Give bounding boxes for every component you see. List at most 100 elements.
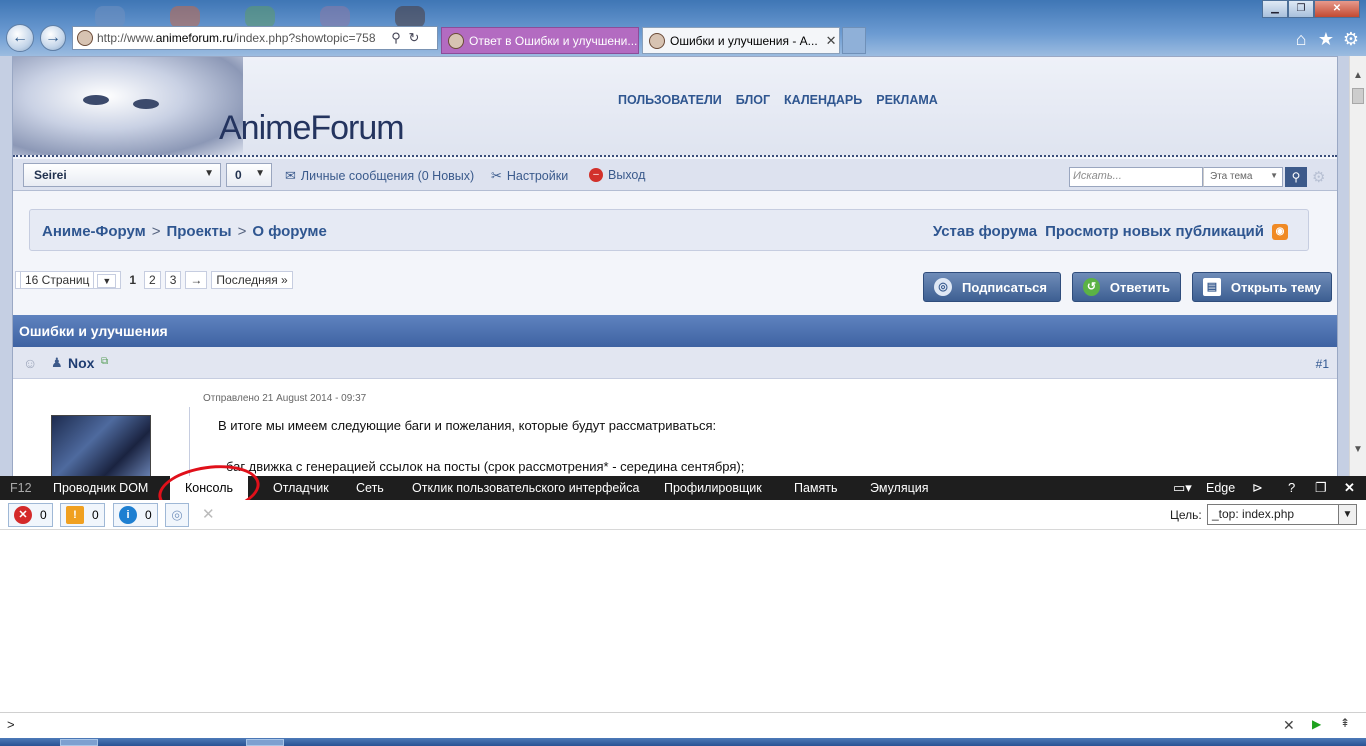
page-next[interactable]: →: [185, 271, 208, 289]
warnings-filter[interactable]: ! 0: [60, 503, 105, 527]
messages-label: Личные сообщения (0 Новых): [300, 169, 475, 183]
tab-close-icon[interactable]: ✕: [826, 33, 837, 49]
window-close-button[interactable]: ✕: [1314, 0, 1360, 18]
breadcrumb-item[interactable]: Проекты: [166, 223, 231, 240]
breadcrumb: Аниме-Форум > Проекты > О форуме: [42, 223, 327, 240]
chevron-down-icon: ▼: [1270, 171, 1278, 180]
emulation-mode-icon[interactable]: ▭▾: [1173, 476, 1192, 500]
breadcrumb-item[interactable]: О форуме: [252, 223, 326, 240]
post-author[interactable]: Nox: [68, 355, 94, 371]
window-maximize-button[interactable]: ❐: [1288, 0, 1314, 18]
subscribe-button[interactable]: ◎ Подписаться: [923, 272, 1061, 302]
site-favicon: [77, 30, 93, 46]
console-input[interactable]: > ✕ ▶ ⇞: [0, 712, 1366, 738]
console-toggle-icon[interactable]: ⊳: [1252, 476, 1263, 500]
tab-profiler[interactable]: Профилировщик: [664, 476, 762, 500]
document-mode-value[interactable]: Edge: [1206, 476, 1235, 500]
favorites-star-icon[interactable]: ★: [1315, 28, 1337, 50]
search-icon[interactable]: ⚲: [387, 30, 405, 46]
new-topic-label: Открыть тему: [1230, 279, 1321, 295]
run-icon[interactable]: ▶: [1312, 717, 1321, 731]
search-settings-icon[interactable]: ⚙: [1312, 168, 1325, 186]
tab-dom-explorer[interactable]: Проводник DOM: [53, 476, 148, 500]
back-button[interactable]: ←: [6, 24, 34, 52]
top-navigation: ПОЛЬЗОВАТЕЛИ БЛОГ КАЛЕНДАРЬ РЕКЛАМА: [618, 93, 938, 107]
page-last[interactable]: Последняя »: [211, 271, 293, 289]
chevron-down-icon: ▼: [204, 168, 214, 179]
help-icon[interactable]: ?: [1288, 476, 1295, 500]
pages-label: 16 Страниц: [20, 271, 95, 289]
page-scrollbar[interactable]: ▲ ▼: [1349, 56, 1366, 476]
close-icon[interactable]: ✕: [1344, 476, 1355, 500]
nav-users[interactable]: ПОЛЬЗОВАТЕЛИ: [618, 93, 722, 107]
clear-on-navigate-icon[interactable]: ◎: [165, 503, 189, 527]
search-input[interactable]: Искать...: [1069, 167, 1203, 187]
breadcrumb-item[interactable]: Аниме-Форум: [42, 223, 146, 240]
tab-network[interactable]: Сеть: [356, 476, 384, 500]
scrollbar-thumb[interactable]: [1352, 88, 1364, 104]
tab-emulation[interactable]: Эмуляция: [870, 476, 929, 500]
forward-button[interactable]: →: [40, 25, 66, 51]
logout-label: Выход: [608, 168, 646, 182]
warning-icon: !: [66, 506, 84, 524]
chevron-down-icon: ▼: [97, 274, 117, 288]
address-bar[interactable]: http://www.animeforum.ru/index.php?showt…: [72, 26, 438, 50]
nav-blog[interactable]: БЛОГ: [736, 93, 770, 107]
user-menu-select[interactable]: Seirei ▼: [23, 163, 221, 187]
settings-link[interactable]: ✂ Настройки: [491, 168, 568, 184]
search-scope-select[interactable]: Эта тема ▼: [1203, 167, 1283, 187]
reply-button[interactable]: ↺ Ответить: [1072, 272, 1181, 302]
tab-reply[interactable]: Ответ в Ошибки и улучшени...: [441, 27, 639, 54]
tab-ui-responsiveness[interactable]: Отклик пользовательского интерфейса: [412, 476, 640, 500]
url-text[interactable]: http://www.animeforum.ru/index.php?showt…: [97, 31, 387, 45]
gear-icon[interactable]: ⚙: [1340, 28, 1362, 50]
window-minimize-button[interactable]: ▁: [1262, 0, 1288, 18]
search-button[interactable]: ⚲: [1285, 167, 1307, 187]
refresh-icon[interactable]: ↻: [405, 30, 423, 46]
errors-filter[interactable]: ✕ 0: [8, 503, 53, 527]
taskbar-item[interactable]: [60, 739, 98, 746]
pages-select[interactable]: 16 Страниц ▼: [15, 271, 122, 289]
info-filter[interactable]: i 0: [113, 503, 158, 527]
scroll-down-icon[interactable]: ▼: [1353, 444, 1363, 455]
clear-input-icon[interactable]: ✕: [1283, 717, 1295, 734]
tab-console[interactable]: Консоль: [170, 476, 248, 500]
breadcrumb-links: Устав форума Просмотр новых публикаций ◉: [933, 223, 1288, 240]
clear-console-icon[interactable]: ✕: [202, 505, 215, 523]
notifications-select[interactable]: 0 ▼: [226, 163, 272, 187]
site-logo[interactable]: AnimeForum: [219, 109, 405, 148]
scroll-up-icon[interactable]: ▲: [1353, 70, 1363, 81]
page-link[interactable]: 3: [164, 271, 182, 289]
taskbar-item[interactable]: [246, 739, 284, 746]
messages-link[interactable]: ✉ Личные сообщения (0 Новых): [285, 168, 474, 184]
page-link[interactable]: 2: [144, 271, 161, 289]
tab-active[interactable]: Ошибки и улучшения - А... ✕: [642, 27, 840, 54]
info-count: 0: [145, 508, 152, 522]
avatar[interactable]: [51, 415, 151, 476]
tab-memory[interactable]: Память: [794, 476, 838, 500]
logout-icon: –: [589, 168, 603, 182]
error-icon: ✕: [14, 506, 32, 524]
errors-count: 0: [40, 508, 47, 522]
nav-ads[interactable]: РЕКЛАМА: [876, 93, 938, 107]
new-posts-link[interactable]: Просмотр новых публикаций: [1045, 223, 1264, 240]
new-tab-button[interactable]: [842, 27, 866, 54]
tab-debugger[interactable]: Отладчик: [273, 476, 329, 500]
envelope-icon: ✉: [285, 168, 296, 183]
url-suffix: /index.php?showtopic=758: [233, 31, 376, 45]
rss-icon[interactable]: ◉: [1272, 223, 1288, 240]
new-topic-button[interactable]: ▤ Открыть тему: [1192, 272, 1332, 302]
external-link-icon[interactable]: ⧉: [101, 356, 108, 367]
console-output[interactable]: [0, 530, 1366, 712]
expand-icon[interactable]: ⇞: [1340, 716, 1350, 730]
post-number[interactable]: #1: [1316, 357, 1329, 371]
forum-rules-link[interactable]: Устав форума: [933, 223, 1037, 240]
home-icon[interactable]: ⌂: [1290, 28, 1312, 50]
undock-icon[interactable]: ❐: [1315, 476, 1327, 500]
nav-calendar[interactable]: КАЛЕНДАРЬ: [784, 93, 862, 107]
logout-link[interactable]: – Выход: [589, 168, 645, 182]
devtools-panel: F12 Проводник DOM Консоль Отладчик Сеть …: [0, 459, 1366, 738]
desktop-icon: [95, 6, 125, 28]
target-select[interactable]: _top: index.php ▼: [1207, 504, 1357, 525]
user-icon: ♟: [51, 355, 63, 370]
